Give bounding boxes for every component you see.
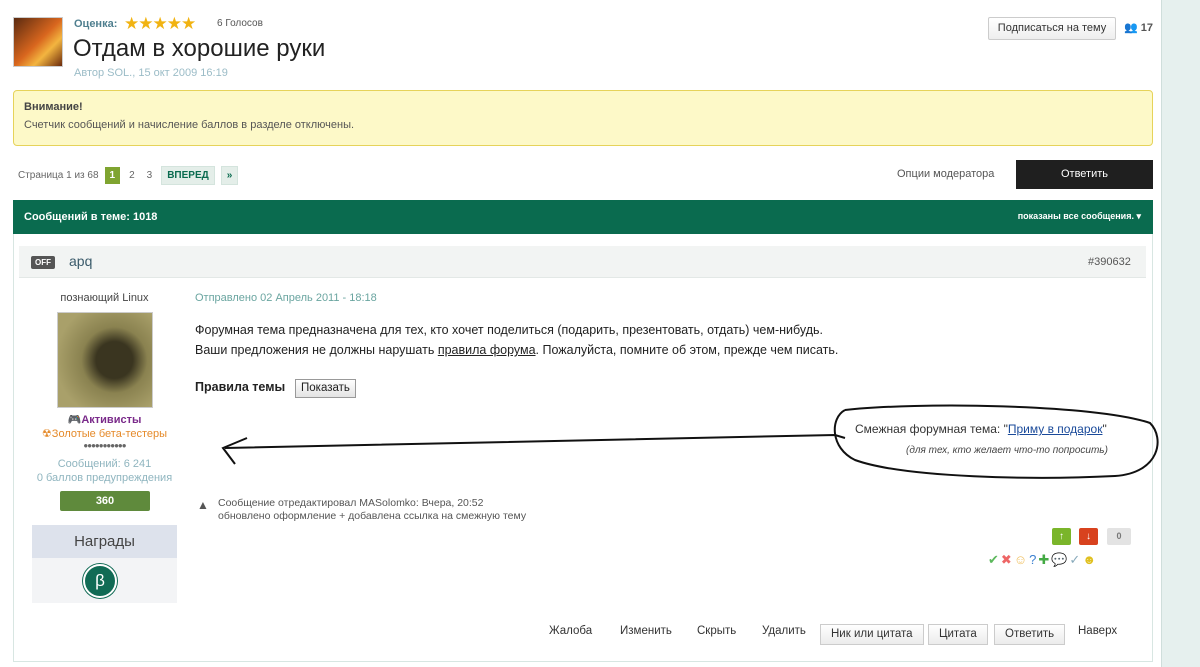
ellipse-circle <box>833 404 1159 479</box>
smile-icon[interactable]: ☺ <box>1014 552 1029 567</box>
status-badge: OFF <box>31 256 55 269</box>
followers-number: 17 <box>1140 22 1154 34</box>
facepalm-icon[interactable]: ☻ <box>1082 552 1098 567</box>
topic-author-avatar[interactable] <box>13 17 63 67</box>
check-icon[interactable]: ✔ <box>988 552 1001 567</box>
related-topic-note: (для тех, кто желает что-то попросить) <box>906 445 1108 456</box>
pagination: Страница 1 из 68 1 2 3 ВПЕРЕД » <box>18 166 239 185</box>
arrow-head <box>221 437 248 465</box>
edit-note: Сообщение отредактировал MASolomko: Вчер… <box>218 497 527 522</box>
votes-count: 6 Голосов <box>217 18 263 29</box>
subscribe-button[interactable]: Подписаться на тему <box>988 17 1116 40</box>
vote-down-button[interactable]: ↓ <box>1079 528 1098 545</box>
chat-icon[interactable]: 💬 <box>1051 552 1069 567</box>
rank-pips: ●●●●●●●●●●● <box>83 441 126 450</box>
beta-award-icon[interactable]: β <box>83 564 117 598</box>
forum-rules-link[interactable]: правила форума <box>438 343 536 357</box>
topic-author: Автор SOL., 15 окт 2009 16:19 <box>74 67 228 79</box>
arrow-line <box>224 433 846 449</box>
user-posts: Сообщений: 6 241 <box>57 458 152 470</box>
reputation-badge: 360 <box>60 491 150 511</box>
post-reply-button[interactable]: Ответить <box>994 624 1066 645</box>
show-rules-button[interactable]: Показать <box>295 379 356 398</box>
post-username[interactable]: apq <box>69 253 92 269</box>
posts-count: Сообщений в теме: 1018 <box>24 211 158 223</box>
vote-count: 0 <box>1107 528 1131 545</box>
hide-link[interactable]: Скрыть <box>697 625 736 637</box>
posts-bar: Сообщений в теме: 1018 показаны все сообщ… <box>13 200 1153 234</box>
post-line-2: Ваши предложения не должны нарушать прав… <box>195 343 839 357</box>
radiation-icon: ☢ <box>41 428 52 440</box>
plus-icon[interactable]: ✚ <box>1038 552 1051 567</box>
post-line-1: Форумная тема предназначена для тех, кто… <box>195 323 824 337</box>
notice-text: Счетчик сообщений и начисление баллов в … <box>24 119 355 131</box>
page-3[interactable]: 3 <box>144 167 156 184</box>
awards-header: Награды <box>32 525 177 558</box>
warning-icon: ▲ <box>197 498 209 512</box>
cross-icon[interactable]: ✖ <box>1001 552 1014 567</box>
reply-button[interactable]: Ответить <box>1016 160 1153 189</box>
users-icon: 👥 <box>1124 22 1138 34</box>
spellcheck-icon[interactable]: ✓ <box>1069 552 1082 567</box>
followers-count[interactable]: 👥 17 <box>1124 21 1153 34</box>
user-avatar[interactable] <box>57 312 153 408</box>
related-topic: Смежная форумная тема: "Приму в подарок" <box>855 422 1107 436</box>
page-title: Отдам в хорошие руки <box>73 35 326 62</box>
hand-drawn-annotation <box>221 404 1159 479</box>
next-page-button[interactable]: ВПЕРЕД <box>161 166 215 185</box>
post-header <box>19 246 1146 278</box>
related-topic-link[interactable]: Приму в подарок <box>1008 422 1103 436</box>
post-body: Форумная тема предназначена для тех, кто… <box>195 320 838 360</box>
rating-label: Оценка: <box>74 18 118 30</box>
page-label: Страница 1 из 68 <box>18 170 99 181</box>
nick-quote-button[interactable]: Ник или цитата <box>820 624 924 645</box>
last-page-button[interactable]: » <box>220 166 239 185</box>
post-id[interactable]: #390632 <box>1088 256 1131 268</box>
notice-box: Внимание! Счетчик сообщений и начисление … <box>13 90 1153 146</box>
question-icon[interactable]: ? <box>1029 552 1038 567</box>
delete-link[interactable]: Удалить <box>762 625 806 637</box>
top-link[interactable]: Наверх <box>1078 625 1117 637</box>
topic-rules-label: Правила темы <box>195 380 286 394</box>
page-1[interactable]: 1 <box>104 167 121 184</box>
vote-up-button[interactable]: ↑ <box>1052 528 1071 545</box>
report-link[interactable]: Жалоба <box>549 625 592 637</box>
page-2[interactable]: 2 <box>126 167 138 184</box>
posts-filter[interactable]: показаны все сообщения. ▾ <box>1018 211 1141 222</box>
rating-stars[interactable]: ★★★★★ <box>124 14 196 34</box>
reactions: ✔✖☺?✚💬✓☻ <box>988 552 1098 568</box>
quote-button[interactable]: Цитата <box>928 624 988 645</box>
page: Оценка: ★★★★★ 6 Голосов Отдам в хорошие … <box>0 0 1162 667</box>
edit-link[interactable]: Изменить <box>620 625 672 637</box>
group-icon: 🎮 <box>67 414 82 426</box>
user-group-activists: 🎮Активисты <box>67 414 142 426</box>
user-group-beta: ☢Золотые бета-тестеры <box>41 428 168 440</box>
notice-title: Внимание! <box>24 101 83 113</box>
user-warnings[interactable]: 0 баллов предупреждения <box>32 472 177 484</box>
moderator-options[interactable]: Опции модератора <box>897 168 994 180</box>
user-title: познающий Linux <box>60 292 149 304</box>
post-date: Отправлено 02 Апрель 2011 - 18:18 <box>195 292 377 304</box>
